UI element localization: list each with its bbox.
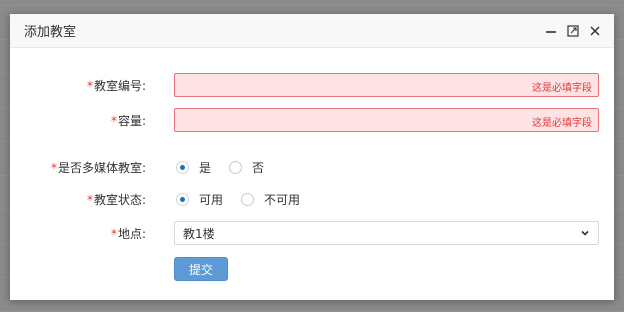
capacity-error: 这是必填字段 (532, 118, 592, 129)
radio-checked-icon[interactable] (176, 192, 189, 206)
status-option-unavailable[interactable]: 不可用 (241, 191, 300, 208)
multimedia-option-yes[interactable]: 是 (176, 159, 211, 176)
capacity-row: *容量: 这是必填字段 (10, 108, 614, 132)
room-number-field[interactable]: 这是必填字段 (174, 73, 599, 97)
radio-label: 不可用 (264, 192, 301, 207)
capacity-label: *容量: (110, 113, 146, 128)
required-mark: * (110, 226, 117, 241)
radio-unchecked-icon[interactable] (241, 192, 255, 206)
location-label: *地点: (110, 226, 146, 241)
location-row: *地点: 教1楼 (10, 221, 614, 245)
status-row: *教室状态: 可用 不可用 (10, 191, 614, 207)
status-label: *教室状态: (86, 192, 146, 207)
room-number-error: 这是必填字段 (532, 83, 592, 94)
room-number-row: *教室编号: 这是必填字段 (10, 73, 614, 97)
radio-label: 是 (199, 160, 212, 175)
location-selected-value: 教1楼 (183, 226, 215, 241)
status-radio-group: 可用 不可用 (176, 191, 318, 208)
required-mark: * (50, 160, 57, 175)
multimedia-label: *是否多媒体教室: (50, 160, 146, 175)
multimedia-option-no[interactable]: 否 (229, 159, 264, 176)
minimize-icon[interactable] (544, 24, 558, 38)
radio-label: 可用 (199, 192, 224, 207)
maximize-icon[interactable] (566, 24, 580, 38)
required-mark: * (110, 113, 117, 128)
radio-checked-icon[interactable] (176, 160, 189, 174)
location-select[interactable]: 教1楼 (174, 221, 599, 245)
close-icon[interactable] (588, 24, 602, 38)
submit-row: 提交 (10, 257, 614, 281)
room-number-label: *教室编号: (86, 78, 146, 93)
radio-label: 否 (252, 160, 265, 175)
window-controls (544, 24, 602, 38)
add-classroom-dialog: 添加教室 *教室编号: 这是必填字段 *容量: 这是必填字段 *是否多媒体教室:… (10, 14, 614, 300)
multimedia-radio-group: 是 否 (176, 159, 282, 176)
required-mark: * (86, 78, 93, 93)
dialog-titlebar: 添加教室 (10, 14, 614, 48)
multimedia-row: *是否多媒体教室: 是 否 (10, 159, 614, 175)
capacity-field[interactable]: 这是必填字段 (174, 108, 599, 132)
chevron-down-icon (581, 230, 589, 236)
status-option-available[interactable]: 可用 (176, 191, 223, 208)
radio-unchecked-icon[interactable] (229, 160, 243, 174)
required-mark: * (86, 192, 93, 207)
submit-button[interactable]: 提交 (174, 257, 228, 281)
dialog-title: 添加教室 (24, 25, 77, 40)
